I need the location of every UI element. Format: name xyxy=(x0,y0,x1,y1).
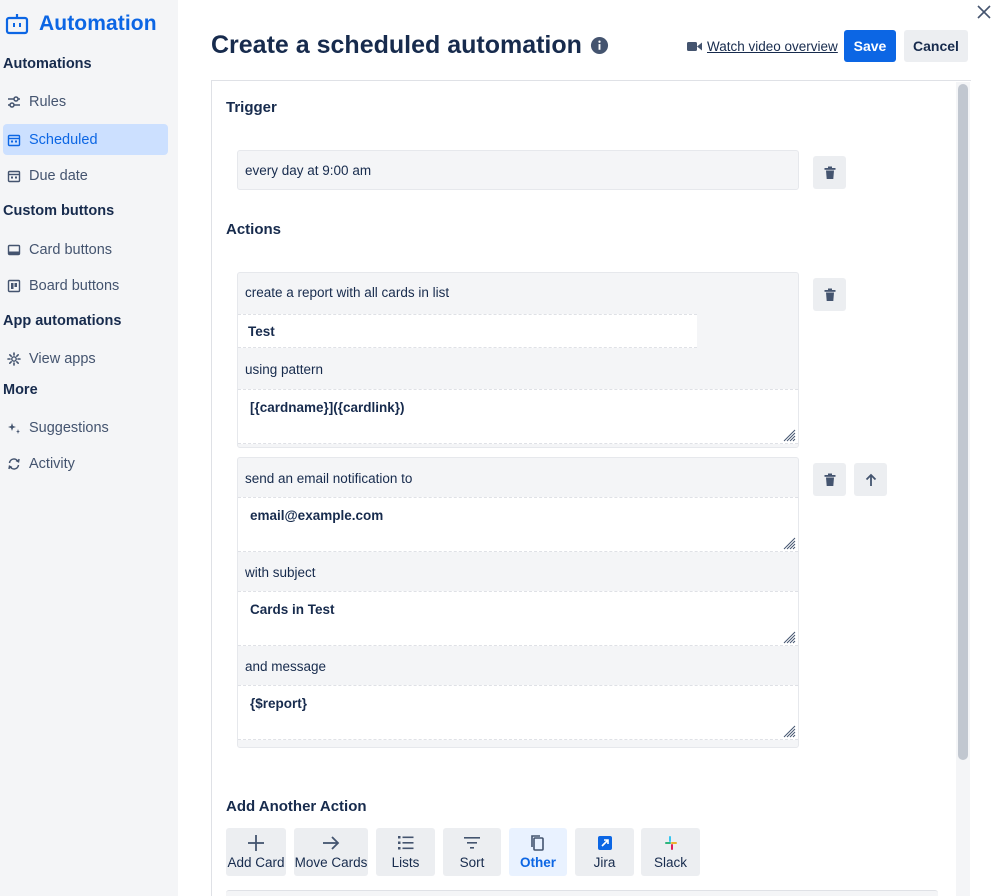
close-icon[interactable] xyxy=(975,3,993,21)
sidebar-item-view-apps[interactable]: View apps xyxy=(3,343,168,374)
brand-title: Automation xyxy=(39,12,157,35)
sidebar: Automation Automations Rules Scheduled D… xyxy=(0,0,178,896)
section-app-automations: App automations xyxy=(3,313,122,329)
sparkle-icon xyxy=(8,422,20,434)
sidebar-item-rules[interactable]: Rules xyxy=(3,86,168,117)
add-card-tile[interactable]: Add Card xyxy=(226,828,286,876)
section-custom-buttons: Custom buttons xyxy=(3,203,115,219)
email-to-textarea[interactable]: email@example.com xyxy=(238,497,798,552)
sidebar-item-board-buttons[interactable]: Board buttons xyxy=(3,270,168,301)
jira-tile[interactable]: Jira xyxy=(575,828,634,876)
resize-handle-icon[interactable] xyxy=(783,537,796,550)
subject-textarea[interactable]: Cards in Test xyxy=(238,591,798,646)
plus-icon xyxy=(248,835,264,851)
sidebar-item-scheduled[interactable]: Scheduled xyxy=(3,124,168,155)
trash-icon xyxy=(824,288,835,301)
resize-handle-icon[interactable] xyxy=(783,429,796,442)
list-name-field[interactable]: Test xyxy=(238,314,697,348)
tile-label: Jira xyxy=(593,855,616,870)
sidebar-item-label: Board buttons xyxy=(29,277,120,294)
sidebar-item-card-buttons[interactable]: Card buttons xyxy=(3,234,168,265)
calendar-icon xyxy=(7,134,21,146)
sidebar-item-label: View apps xyxy=(29,350,96,367)
resize-handle-icon[interactable] xyxy=(783,631,796,644)
sidebar-item-label: Due date xyxy=(29,167,88,184)
watch-video-link[interactable]: Watch video overview xyxy=(687,39,838,54)
trigger-text: every day at 9:00 am xyxy=(245,163,372,178)
cancel-button[interactable]: Cancel xyxy=(904,30,968,62)
jira-icon xyxy=(597,836,612,850)
refresh-icon xyxy=(8,457,20,470)
trash-icon xyxy=(824,166,835,179)
trigger-heading: Trigger xyxy=(226,99,277,116)
tile-label: Sort xyxy=(459,855,485,870)
panel-border xyxy=(211,80,212,896)
sidebar-item-due-date[interactable]: Due date xyxy=(3,160,168,191)
delete-report-action-button[interactable] xyxy=(813,278,846,311)
gear-icon xyxy=(7,351,21,366)
sidebar-item-label: Activity xyxy=(29,455,75,472)
tile-label: Add Card xyxy=(227,855,285,870)
tile-label: Other xyxy=(519,855,556,870)
robot-icon xyxy=(5,14,29,35)
sidebar-item-label: Card buttons xyxy=(29,241,113,258)
filter-sort-icon xyxy=(464,837,480,849)
video-camera-icon xyxy=(687,42,702,51)
watch-video-label: Watch video overview xyxy=(707,39,838,54)
other-tile[interactable]: Other xyxy=(509,828,567,876)
sidebar-item-activity[interactable]: Activity xyxy=(3,448,168,479)
sidebar-item-label: Scheduled xyxy=(29,131,98,148)
sort-tile[interactable]: Sort xyxy=(443,828,501,876)
scrollbar-thumb[interactable] xyxy=(958,84,968,760)
tile-label: Slack xyxy=(653,855,687,870)
slack-icon xyxy=(664,836,677,850)
brand: Automation xyxy=(5,12,157,36)
lists-tile[interactable]: Lists xyxy=(376,828,435,876)
pattern-textarea[interactable]: [{cardname}]({cardlink}) xyxy=(238,389,798,444)
copy-icon xyxy=(531,835,544,851)
sidebar-item-label: Suggestions xyxy=(29,419,109,436)
email-action-label: send an email notification to xyxy=(245,471,413,486)
arrow-right-icon xyxy=(323,836,340,850)
trash-icon xyxy=(824,473,835,486)
next-section-edge xyxy=(226,890,938,896)
page-title-row: Create a scheduled automation xyxy=(211,31,609,60)
actions-heading: Actions xyxy=(226,221,282,238)
add-another-heading: Add Another Action xyxy=(226,798,367,815)
sliders-icon xyxy=(8,95,20,108)
section-more: More xyxy=(3,382,38,398)
info-icon[interactable] xyxy=(590,36,609,55)
move-cards-tile[interactable]: Move Cards xyxy=(294,828,368,876)
report-action-label: create a report with all cards in list xyxy=(245,285,450,300)
page-title: Create a scheduled automation xyxy=(211,31,582,59)
section-automations: Automations xyxy=(3,56,92,72)
tile-label: Lists xyxy=(391,855,420,870)
calendar-icon xyxy=(7,170,21,182)
delete-email-action-button[interactable] xyxy=(813,463,846,496)
board-icon xyxy=(7,279,21,292)
move-action-up-button[interactable] xyxy=(854,463,887,496)
sidebar-item-suggestions[interactable]: Suggestions xyxy=(3,412,168,443)
pattern-label: using pattern xyxy=(245,362,324,377)
subject-label: with subject xyxy=(245,565,316,580)
list-icon xyxy=(397,836,413,850)
card-icon xyxy=(7,244,21,255)
delete-trigger-button[interactable] xyxy=(813,156,846,189)
message-label: and message xyxy=(245,659,327,674)
slack-tile[interactable]: Slack xyxy=(641,828,700,876)
message-textarea[interactable]: {$report} xyxy=(238,685,798,740)
resize-handle-icon[interactable] xyxy=(783,725,796,738)
tile-label: Move Cards xyxy=(294,855,368,870)
sidebar-item-label: Rules xyxy=(29,93,67,110)
save-button[interactable]: Save xyxy=(844,30,896,62)
arrow-up-icon xyxy=(865,473,876,486)
panel-divider xyxy=(211,80,971,81)
